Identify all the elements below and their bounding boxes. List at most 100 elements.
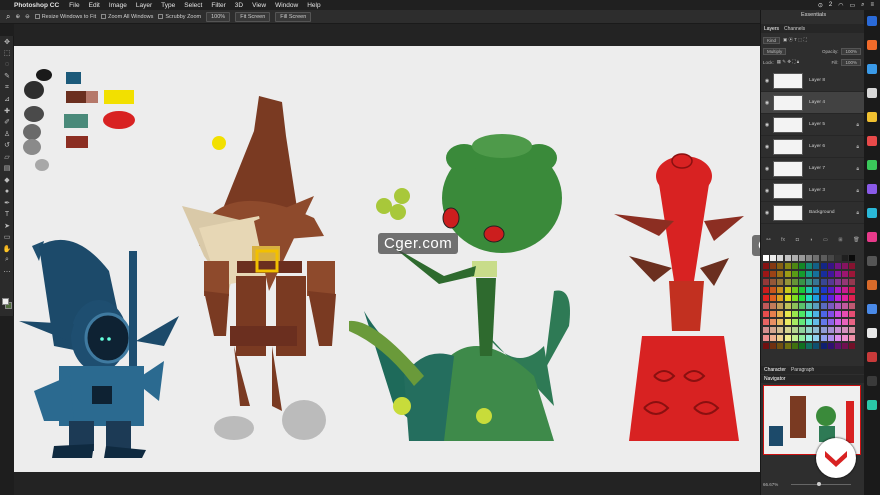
navigator-zoom-slider[interactable] [791, 484, 851, 485]
swatch-cell[interactable] [827, 327, 834, 333]
swatch-cell[interactable] [777, 319, 784, 325]
delete-layer-icon[interactable]: 🗑︎ [853, 237, 859, 243]
dock-app-icon[interactable] [867, 64, 877, 74]
blend-mode-select[interactable]: Multiply [763, 47, 787, 55]
layer-thumbnail[interactable] [773, 182, 803, 199]
menu-filter[interactable]: Filter [211, 2, 225, 9]
blur-tool-icon[interactable]: ◆ [0, 174, 14, 186]
marquee-tool-icon[interactable]: ⬚ [0, 48, 14, 60]
history-brush-icon[interactable]: ↺ [0, 140, 14, 152]
swatch-cell[interactable] [791, 263, 798, 269]
swatch-cell[interactable] [777, 335, 784, 341]
layer-name[interactable]: Layer 7 [809, 166, 825, 171]
swatch-cell[interactable] [777, 327, 784, 333]
zoom-tool-icon[interactable]: ⌕ [6, 12, 10, 22]
swatch-cell[interactable] [784, 287, 791, 293]
swatch-cell[interactable] [799, 303, 805, 309]
swatch-cell[interactable] [770, 287, 777, 293]
swatch-cell[interactable] [770, 319, 777, 325]
swatch-cell[interactable] [820, 303, 827, 309]
swatch-cell[interactable] [835, 303, 841, 309]
lasso-tool-icon[interactable]: ◌ [0, 59, 14, 71]
more-tools-icon[interactable]: ⋯ [0, 266, 14, 278]
dock-app-icon[interactable] [867, 136, 877, 146]
menu-file[interactable]: File [69, 2, 79, 9]
swatch-cell[interactable] [820, 271, 827, 277]
layer-thumbnail[interactable] [773, 160, 803, 177]
layer-name[interactable]: Layer 3 [809, 188, 825, 193]
app-name-menu[interactable]: Photoshop CC [14, 2, 59, 9]
swatch-cell[interactable] [763, 287, 769, 293]
hand-tool-icon[interactable]: ✋ [0, 243, 14, 255]
menu-edit[interactable]: Edit [89, 2, 100, 9]
swatch-cell[interactable] [763, 311, 769, 317]
visibility-eye-icon[interactable]: ◉ [761, 166, 773, 172]
layer-row[interactable]: ◉ Layer 8 [761, 70, 865, 92]
swatch-cell[interactable] [806, 271, 813, 277]
swatch-cell[interactable] [784, 263, 791, 269]
swatch-cell[interactable] [770, 343, 777, 349]
swatch-cell[interactable] [813, 279, 820, 285]
swatch-cell[interactable] [835, 295, 841, 301]
status-glyph-icon[interactable]: ⊙ [818, 2, 823, 9]
dock-app-icon[interactable] [867, 352, 877, 362]
swatch-cell[interactable] [791, 295, 798, 301]
link-layers-icon[interactable]: ⚯ [766, 237, 770, 243]
swatch-cell[interactable] [784, 303, 791, 309]
layer-thumbnail[interactable] [773, 116, 803, 133]
swatch-cell[interactable] [835, 319, 841, 325]
zoom-all-windows-checkbox[interactable]: Zoom All Windows [101, 14, 153, 20]
swatch-cell[interactable] [791, 303, 798, 309]
swatch-cell[interactable] [820, 319, 827, 325]
dock-app-icon[interactable] [867, 88, 877, 98]
dock-app-icon[interactable] [867, 376, 877, 386]
tab-channels[interactable]: Channels [784, 26, 805, 32]
layer-name[interactable]: Layer 5 [809, 122, 825, 127]
resize-windows-checkbox[interactable]: Resize Windows to Fit [34, 14, 96, 20]
layer-name[interactable]: Layer 4 [809, 100, 825, 105]
swatch-cell[interactable] [827, 311, 834, 317]
swatch-cell[interactable] [777, 295, 784, 301]
navigator-zoom-level[interactable]: 66.67% [763, 482, 778, 487]
menu-help[interactable]: Help [307, 2, 320, 9]
navigator-zoom-knob[interactable] [817, 482, 821, 486]
swatch-cell[interactable] [777, 255, 784, 261]
move-tool-icon[interactable]: ✥ [0, 36, 14, 48]
menu-select[interactable]: Select [184, 2, 202, 9]
swatch-cell[interactable] [842, 287, 849, 293]
swatch-cell[interactable] [835, 271, 841, 277]
swatch-cell[interactable] [813, 255, 820, 261]
layer-row[interactable]: ◉ Layer 5 🔒︎ [761, 114, 865, 136]
tab-paragraph[interactable]: Paragraph [791, 367, 814, 373]
swatch-cell[interactable] [777, 303, 784, 309]
swatch-cell[interactable] [835, 327, 841, 333]
swatch-cell[interactable] [791, 335, 798, 341]
swatch-cell[interactable] [791, 279, 798, 285]
stamp-tool-icon[interactable]: ♙ [0, 128, 14, 140]
menu-image[interactable]: Image [109, 2, 127, 9]
swatch-cell[interactable] [777, 279, 784, 285]
swatch-cell[interactable] [813, 343, 820, 349]
layer-row[interactable]: ◉ Layer 6 🔒︎ [761, 136, 865, 158]
swatch-cell[interactable] [827, 303, 834, 309]
swatch-cell[interactable] [842, 343, 849, 349]
swatch-cell[interactable] [813, 335, 820, 341]
swatch-cell[interactable] [784, 327, 791, 333]
dock-app-icon[interactable] [867, 208, 877, 218]
swatch-cell[interactable] [784, 255, 791, 261]
swatch-cell[interactable] [849, 319, 856, 325]
swatch-cell[interactable] [849, 311, 856, 317]
battery-icon[interactable]: ▭ [849, 2, 855, 9]
swatch-cell[interactable] [791, 311, 798, 317]
swatch-cell[interactable] [827, 255, 834, 261]
swatch-cell[interactable] [849, 335, 856, 341]
dock-app-icon[interactable] [867, 40, 877, 50]
adjustment-icon[interactable]: ◑ [809, 237, 812, 243]
menu-window[interactable]: Window [275, 2, 298, 9]
swatch-cell[interactable] [799, 319, 805, 325]
swatch-cell[interactable] [791, 287, 798, 293]
swatch-cell[interactable] [799, 255, 805, 261]
swatch-cell[interactable] [791, 255, 798, 261]
swatch-cell[interactable] [849, 279, 856, 285]
swatch-cell[interactable] [799, 287, 805, 293]
